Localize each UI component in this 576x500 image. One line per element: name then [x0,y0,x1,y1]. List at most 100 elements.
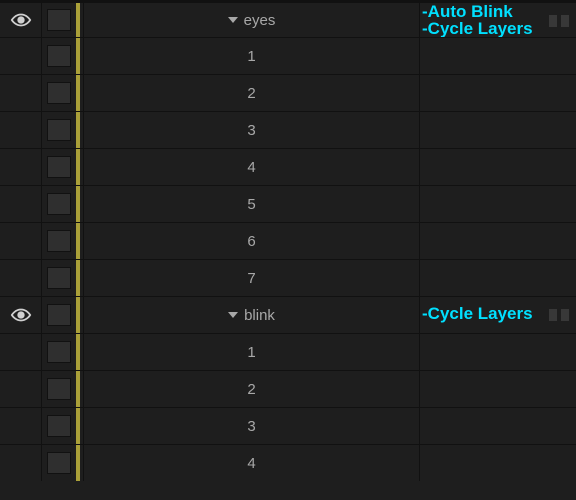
layer-row[interactable]: 5 [0,185,576,222]
swatch-box [47,304,71,326]
visibility-toggle[interactable] [0,38,42,74]
behavior-tags[interactable] [420,408,576,444]
label-color-strip [76,223,80,259]
visibility-toggle[interactable] [0,75,42,111]
layer-name[interactable]: 3 [84,408,420,444]
group-name[interactable]: eyes [84,3,420,37]
layer-color-swatch[interactable] [42,297,84,333]
behavior-tags[interactable] [420,260,576,296]
layer-group-row[interactable]: blink -Cycle Layers [0,296,576,333]
layer-row[interactable]: 1 [0,37,576,74]
label-color-strip [76,260,80,296]
layer-row[interactable]: 3 [0,407,576,444]
layer-color-swatch[interactable] [42,38,84,74]
layer-color-swatch[interactable] [42,260,84,296]
visibility-toggle[interactable] [0,334,42,370]
swatch-box [47,378,71,400]
label-color-strip [76,371,80,407]
layer-row[interactable]: 3 [0,111,576,148]
layer-label: 4 [247,455,255,472]
layer-label: 1 [247,344,255,361]
visibility-toggle[interactable] [0,112,42,148]
layer-name[interactable]: 4 [84,445,420,481]
layer-row[interactable]: 6 [0,222,576,259]
swatch-box [47,119,71,141]
behavior-tags[interactable] [420,75,576,111]
layer-name[interactable]: 2 [84,371,420,407]
label-color-strip [76,445,80,481]
behavior-tags[interactable] [420,186,576,222]
behavior-tags[interactable] [420,112,576,148]
layer-color-swatch[interactable] [42,3,84,37]
layer-color-swatch[interactable] [42,149,84,185]
layer-color-swatch[interactable] [42,112,84,148]
layer-name[interactable]: 1 [84,38,420,74]
swatch-box [47,45,71,67]
visibility-toggle[interactable] [0,186,42,222]
visibility-toggle[interactable] [0,223,42,259]
layer-name[interactable]: 1 [84,334,420,370]
chevron-down-icon[interactable] [228,17,238,23]
layer-label: 6 [247,233,255,250]
swatch-box [47,156,71,178]
chevron-down-icon[interactable] [228,312,238,318]
layer-row[interactable]: 1 [0,333,576,370]
visibility-toggle[interactable] [0,297,42,333]
swatch-box [47,415,71,437]
layer-color-swatch[interactable] [42,223,84,259]
behavior-tags[interactable]: -Auto Blink-Cycle Layers [420,3,576,37]
layer-label: 3 [247,122,255,139]
behavior-tags[interactable]: -Cycle Layers [420,297,576,333]
layer-color-swatch[interactable] [42,408,84,444]
visibility-toggle[interactable] [0,408,42,444]
visibility-toggle[interactable] [0,445,42,481]
group-label: blink [244,307,275,324]
label-color-strip [76,38,80,74]
eye-icon [10,304,32,326]
behavior-tags[interactable] [420,223,576,259]
label-color-strip [76,149,80,185]
layer-label: 7 [247,270,255,287]
layer-color-swatch[interactable] [42,75,84,111]
swatch-box [47,9,71,31]
layer-color-swatch[interactable] [42,186,84,222]
behavior-tags[interactable] [420,38,576,74]
layer-name[interactable]: 2 [84,75,420,111]
layer-color-swatch[interactable] [42,334,84,370]
layer-group-row[interactable]: eyes -Auto Blink-Cycle Layers [0,0,576,37]
layer-row[interactable]: 4 [0,148,576,185]
layer-color-swatch[interactable] [42,371,84,407]
swatch-box [47,193,71,215]
label-color-strip [76,334,80,370]
eye-icon [10,9,32,31]
layer-label: 5 [247,196,255,213]
layer-label: 2 [247,381,255,398]
visibility-toggle[interactable] [0,149,42,185]
label-color-strip [76,75,80,111]
layer-row[interactable]: 2 [0,370,576,407]
visibility-toggle[interactable] [0,3,42,37]
layer-row[interactable]: 7 [0,259,576,296]
layer-row[interactable]: 4 [0,444,576,481]
visibility-toggle[interactable] [0,371,42,407]
layer-row[interactable]: 2 [0,74,576,111]
layer-label: 4 [247,159,255,176]
layer-color-swatch[interactable] [42,445,84,481]
label-color-strip [76,3,80,37]
group-label: eyes [244,12,276,29]
layer-name[interactable]: 4 [84,149,420,185]
behavior-tags[interactable] [420,149,576,185]
layer-name[interactable]: 7 [84,260,420,296]
layer-name[interactable]: 6 [84,223,420,259]
layer-name[interactable]: 3 [84,112,420,148]
layer-label: 2 [247,85,255,102]
layer-name[interactable]: 5 [84,186,420,222]
behavior-tags[interactable] [420,445,576,481]
layer-panel: eyes-Auto Blink-Cycle Layers1234567 blin… [0,0,576,500]
behavior-tags[interactable] [420,334,576,370]
behavior-tags[interactable] [420,371,576,407]
visibility-toggle[interactable] [0,260,42,296]
group-name[interactable]: blink [84,297,420,333]
swatch-box [47,267,71,289]
label-color-strip [76,408,80,444]
